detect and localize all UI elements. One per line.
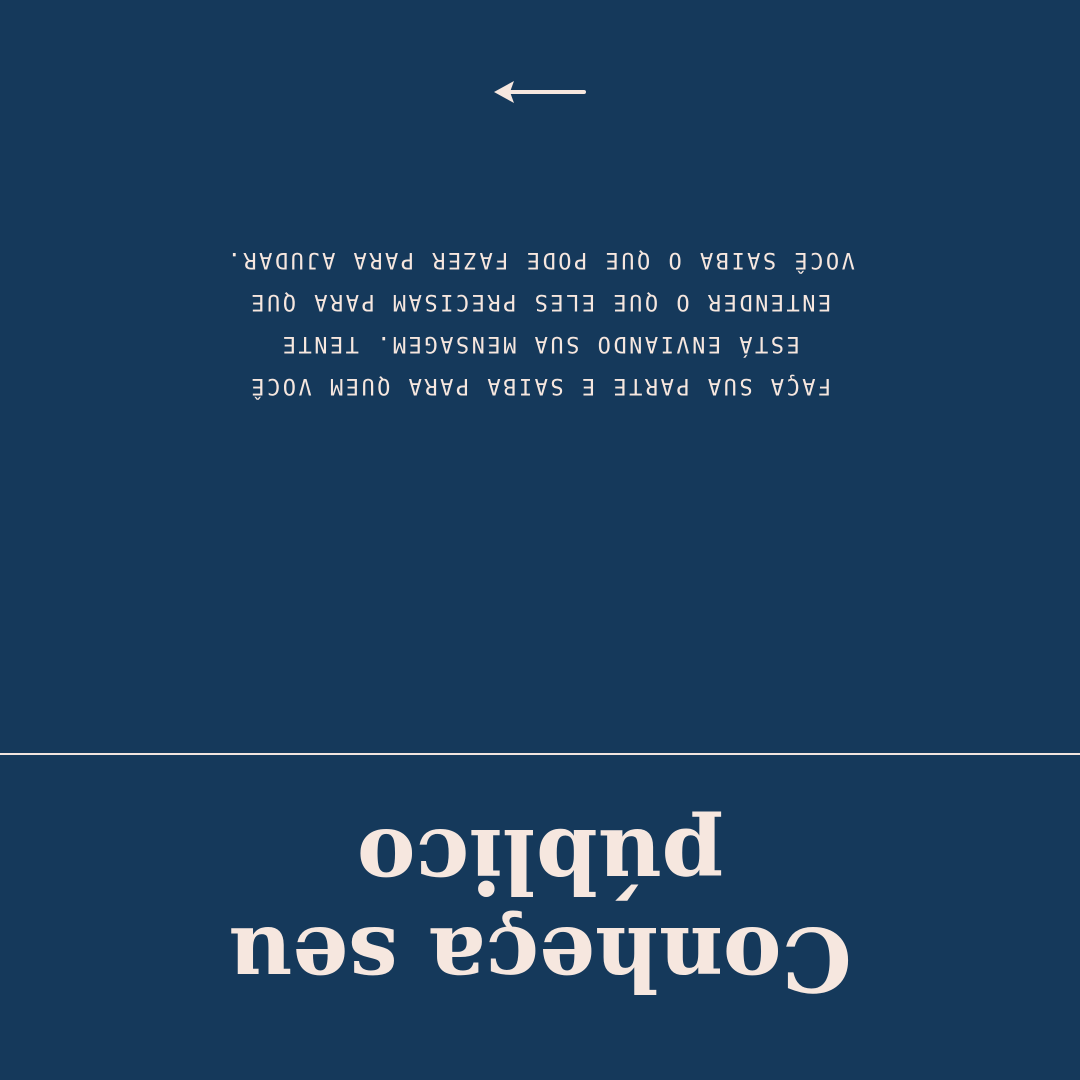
slide-title: Conheça seu público — [0, 809, 1080, 1011]
body-line-1: FAÇA SUA PARTE E SAIBA PARA QUEM VOCÊ — [248, 373, 832, 398]
slide-title-line-2: público — [356, 809, 724, 913]
slide-body-text: FAÇA SUA PARTE E SAIBA PARA QUEM VOCÊ ES… — [200, 238, 880, 406]
body-line-2: ESTÁ ENVIANDO SUA MENSAGEM. TENTE — [280, 331, 800, 356]
body-line-3: ENTENDER O QUE ELES PRECISAM PARA QUE — [248, 289, 832, 314]
divider-line — [0, 753, 1080, 755]
body-line-4: VOCÊ SAIBA O QUE PODE FAZER PARA AJUDAR. — [225, 247, 855, 272]
arrow-right-icon[interactable] — [490, 78, 586, 106]
upside-down-content: Conheça seu público FAÇA SUA PARTE E SAI… — [0, 0, 1080, 1080]
slide-title-line-1: Conheça seu — [228, 907, 852, 1011]
slide: Conheça seu público FAÇA SUA PARTE E SAI… — [0, 0, 1080, 1080]
